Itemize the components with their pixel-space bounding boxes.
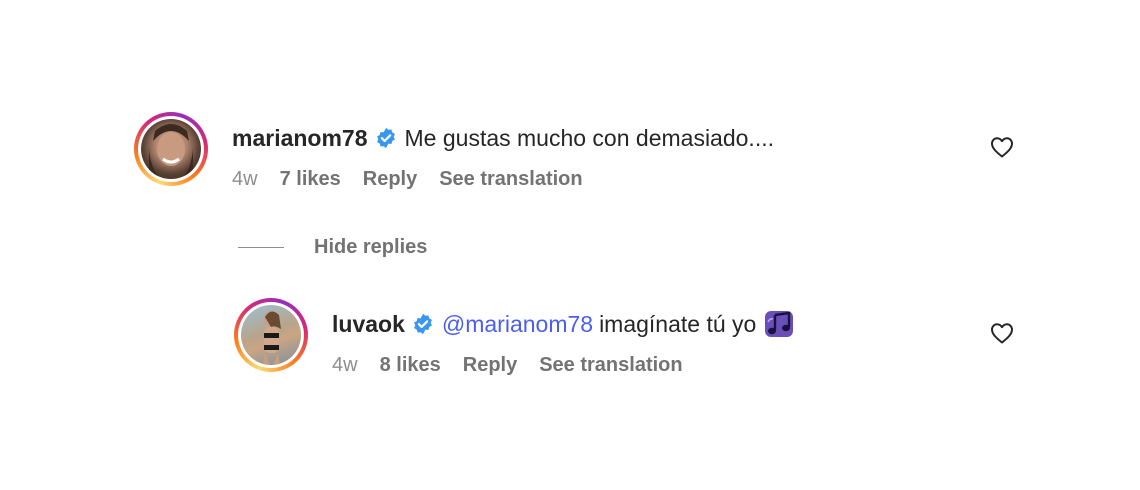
like-heart-icon[interactable] [990, 136, 1014, 163]
likes-count[interactable]: 7 likes [280, 168, 341, 191]
like-heart-icon[interactable] [990, 322, 1014, 349]
mention-link[interactable]: @marianom78 [442, 310, 593, 338]
comment-item: marianom78 Me gustas mucho con demasiado… [134, 112, 1014, 191]
divider-line [238, 247, 284, 248]
avatar-face-icon [149, 124, 193, 177]
avatar-photo [241, 305, 301, 365]
comment-username[interactable]: marianom78 [232, 124, 368, 152]
likes-count[interactable]: 8 likes [380, 354, 441, 377]
music-notes-emoji-icon [764, 310, 794, 338]
reply-text: imagínate tú yo [599, 311, 757, 337]
verified-badge-icon [375, 127, 397, 149]
reply-timestamp[interactable]: 4w [332, 354, 358, 377]
see-translation-button[interactable]: See translation [539, 354, 682, 377]
verified-badge-icon [412, 313, 434, 335]
comment-timestamp[interactable]: 4w [232, 168, 258, 191]
avatar[interactable] [234, 298, 308, 372]
avatar[interactable] [134, 112, 208, 186]
hide-replies-label: Hide replies [314, 236, 428, 258]
see-translation-button[interactable]: See translation [439, 168, 582, 191]
reply-button[interactable]: Reply [463, 354, 517, 377]
reply-item: luvaok @marianom78 imagínate tú yo 4w 8 … [234, 298, 1014, 377]
hide-replies-button[interactable]: Hide replies [238, 236, 427, 259]
comment-text: Me gustas mucho con demasiado.... [404, 125, 774, 151]
reply-username[interactable]: luvaok [332, 310, 405, 338]
avatar-photo [141, 119, 201, 179]
reply-button[interactable]: Reply [363, 168, 417, 191]
avatar-figure-icon [263, 311, 281, 365]
